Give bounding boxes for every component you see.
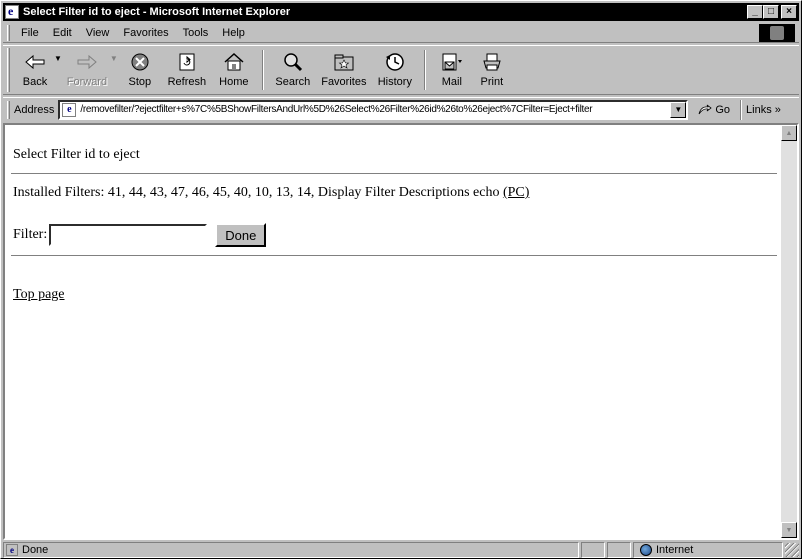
window-controls: _ □ × [747,5,797,19]
go-arrow-icon [698,104,713,114]
divider [11,255,777,257]
installed-filters-list: Installed Filters: 41, 44, 43, 47, 46, 4… [13,185,503,200]
standard-toolbar: Back ▼ Forward ▼ Stop Refresh Home Searc… [3,45,799,95]
home-icon [223,50,245,74]
toolbar-separator [261,50,264,90]
stop-icon [130,50,150,74]
status-cell [607,542,631,558]
history-button[interactable]: History [372,46,418,92]
vertical-scrollbar[interactable]: ▲ ▼ [781,125,797,538]
filter-form: Filter: Done [13,223,267,247]
scroll-down-icon[interactable]: ▼ [781,522,797,538]
refresh-button[interactable]: Refresh [162,46,212,92]
search-button[interactable]: Search [270,46,316,92]
forward-label: Forward [66,76,108,88]
browser-window: Select Filter id to eject - Microsoft In… [0,0,802,559]
filter-input[interactable] [49,224,208,246]
back-button[interactable]: Back [14,46,56,92]
address-field[interactable]: e ▼ [58,99,689,120]
mail-button[interactable]: Mail [432,46,472,92]
print-label: Print [480,76,504,88]
back-arrow-icon [24,50,46,74]
status-bar: e Done Internet [3,542,799,558]
favorites-label: Favorites [321,76,367,88]
back-dropdown-icon[interactable]: ▼ [54,54,62,63]
menu-bar: File Edit View Favorites Tools Help [3,23,799,43]
status-main: e Done [3,542,579,558]
address-bar: Address e ▼ Go Links » [3,97,799,121]
mail-label: Mail [441,76,462,88]
address-grip[interactable] [7,100,10,119]
scroll-up-icon[interactable]: ▲ [781,125,797,141]
search-label: Search [275,76,311,88]
history-icon [384,50,406,74]
windows-logo-throbber [759,24,795,42]
page-status-icon: e [6,544,18,556]
status-text: Done [22,544,49,556]
windows-logo-icon [770,26,784,40]
menu-favorites[interactable]: Favorites [116,27,175,39]
stop-label: Stop [128,76,152,88]
go-button[interactable]: Go [698,104,730,116]
links-separator [740,99,743,120]
internet-globe-icon [640,544,652,556]
stop-button[interactable]: Stop [118,46,162,92]
page-icon: e [62,102,77,117]
address-label: Address [14,103,55,116]
address-input[interactable] [80,104,671,115]
address-dropdown-icon[interactable]: ▼ [670,101,687,118]
favorites-button[interactable]: Favorites [316,46,372,92]
maximize-button[interactable]: □ [763,5,779,19]
forward-arrow-icon [76,50,98,74]
close-button[interactable]: × [781,5,797,19]
refresh-icon [178,50,196,74]
history-label: History [377,76,412,88]
divider [11,173,777,175]
mail-icon [440,50,464,74]
print-button[interactable]: Print [472,46,512,92]
favorites-icon [333,50,355,74]
menu-grip[interactable] [7,24,10,41]
print-icon [481,50,503,74]
page-heading: Select Filter id to eject [13,147,140,162]
ie-app-icon[interactable] [5,4,19,19]
resize-grip-icon[interactable] [785,543,799,557]
menu-file[interactable]: File [14,27,46,39]
refresh-label: Refresh [167,76,207,88]
page-content: Select Filter id to eject Installed Filt… [3,123,799,540]
menu-view[interactable]: View [79,27,117,39]
search-icon [282,50,304,74]
status-cell [581,542,605,558]
menu-edit[interactable]: Edit [46,27,79,39]
minimize-button[interactable]: _ [747,5,763,19]
toolbar-separator [423,50,426,90]
filter-label: Filter: [13,227,48,242]
security-zone: Internet [633,542,783,558]
top-page-link[interactable]: Top page [13,287,65,303]
links-button[interactable]: Links » [746,104,781,116]
go-label: Go [715,103,731,116]
title-bar[interactable]: Select Filter id to eject - Microsoft In… [3,3,799,21]
zone-label: Internet [656,544,694,556]
menu-tools[interactable]: Tools [176,27,216,39]
toolbar-grip[interactable] [7,48,10,92]
home-button[interactable]: Home [212,46,256,92]
forward-button[interactable]: Forward [62,46,112,92]
home-label: Home [219,76,249,88]
forward-dropdown-icon[interactable]: ▼ [110,54,118,63]
window-title: Select Filter id to eject - Microsoft In… [23,6,291,18]
menu-help[interactable]: Help [215,27,252,39]
back-label: Back [22,76,48,88]
done-button[interactable]: Done [215,223,267,247]
pc-link[interactable]: (PC) [503,185,529,200]
installed-filters-text: Installed Filters: 41, 44, 43, 47, 46, 4… [13,185,529,201]
